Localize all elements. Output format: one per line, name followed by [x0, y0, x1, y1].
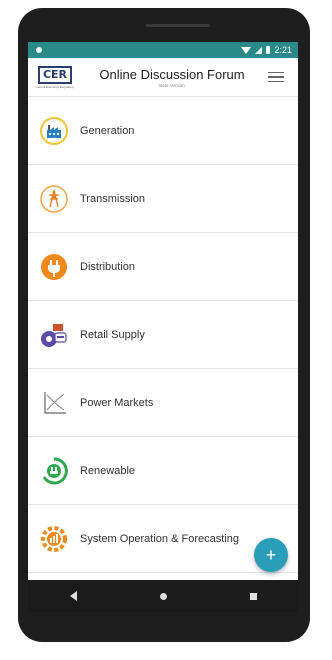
cer-logo: CER Central Electricity Regulatory: [35, 65, 75, 89]
battery-icon: [266, 46, 271, 54]
category-item-generation[interactable]: Generation: [28, 97, 298, 165]
app-title: Online Discussion Forum: [99, 66, 245, 82]
plug-icon: [40, 253, 68, 281]
gear-chart-icon: [40, 525, 68, 553]
signal-icon: [255, 46, 263, 54]
category-label: Renewable: [80, 464, 136, 477]
transmission-tower-icon: [40, 184, 68, 213]
status-time: 2:21: [274, 45, 292, 55]
add-post-button[interactable]: +: [254, 538, 288, 572]
recent-apps-icon[interactable]: [249, 592, 257, 600]
home-icon[interactable]: [159, 592, 167, 600]
android-nav-bar: [28, 580, 298, 612]
category-label: Retail Supply: [80, 328, 145, 341]
category-item-transmission[interactable]: Transmission: [28, 165, 298, 233]
logo-subtext: Central Electricity Regulatory: [35, 84, 75, 89]
category-label: Power Markets: [80, 396, 154, 409]
category-item-retail-supply[interactable]: Retail Supply: [28, 301, 298, 369]
category-item-distribution[interactable]: Distribution: [28, 233, 298, 301]
category-item-renewable[interactable]: Renewable: [28, 437, 298, 505]
status-bar: 2:21: [28, 42, 298, 58]
screen: 2:21 CER Central Electricity Regulatory …: [28, 42, 298, 612]
category-list: Generation Transmission Distribution Ret…: [28, 97, 298, 573]
supply-demand-graph-icon: [40, 389, 68, 417]
phone-frame: 2:21 CER Central Electricity Regulatory …: [18, 8, 310, 642]
category-label: System Operation & Forecasting: [80, 532, 239, 545]
app-subtitle: Beta Version: [159, 82, 185, 88]
notification-dot-icon: [36, 47, 42, 53]
wifi-icon: [241, 46, 252, 54]
category-label: Distribution: [80, 260, 136, 273]
status-right: 2:21: [241, 45, 292, 55]
category-label: Transmission: [80, 192, 145, 205]
hamburger-menu-icon[interactable]: [268, 70, 284, 84]
app-bar: CER Central Electricity Regulatory Onlin…: [28, 58, 298, 97]
renewable-plug-icon: [40, 456, 68, 485]
earpiece: [146, 24, 210, 27]
logo-text: CER: [37, 65, 73, 84]
title-block: Online Discussion Forum Beta Version: [76, 67, 268, 88]
retail-supply-icon: [40, 321, 68, 349]
factory-icon: [40, 116, 68, 145]
category-label: Generation: [80, 124, 135, 137]
back-icon[interactable]: [69, 591, 77, 601]
category-item-power-markets[interactable]: Power Markets: [28, 369, 298, 437]
